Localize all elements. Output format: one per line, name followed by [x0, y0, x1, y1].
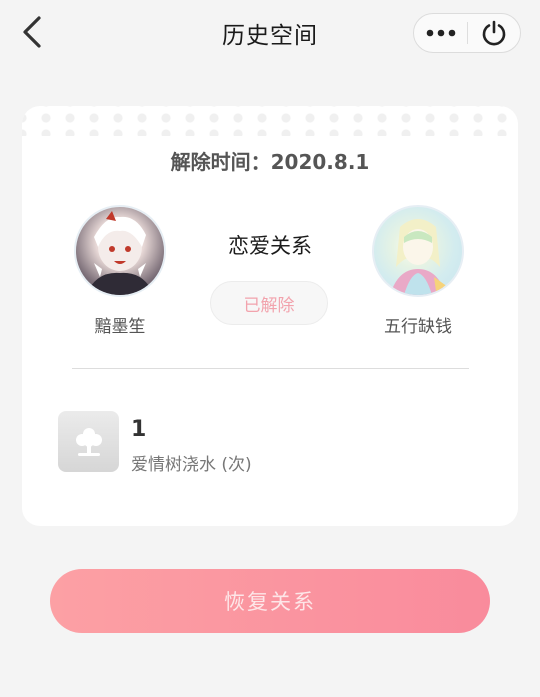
card-decoration [22, 106, 518, 136]
avatar-right-image [390, 219, 448, 295]
restore-relationship-button[interactable]: 恢复关系 [50, 569, 490, 633]
relationship-card: 解除时间：2020.8.1 黯墨笙 恋爱关系 已解除 五行缺钱 1 爱情树浇水 … [22, 106, 518, 526]
user-name-left: 黯墨笙 [94, 317, 146, 337]
more-button[interactable] [414, 14, 467, 52]
avatar-left[interactable] [74, 205, 166, 297]
watering-count: 1 [131, 417, 147, 442]
relation-type: 恋爱关系 [228, 234, 312, 258]
mini-program-capsule [413, 13, 521, 53]
avatar-left-image [86, 211, 154, 295]
release-time: 解除时间：2020.8.1 [170, 150, 370, 174]
avatar-right[interactable] [372, 205, 464, 297]
user-name-right: 五行缺钱 [384, 317, 452, 337]
status-badge: 已解除 [210, 281, 328, 325]
watering-label: 爱情树浇水 (次) [131, 455, 252, 475]
power-icon [482, 20, 506, 46]
top-bar: 历史空间 [0, 0, 540, 66]
divider [72, 368, 469, 369]
more-dots-icon [426, 29, 455, 37]
tree-icon [58, 411, 119, 472]
close-button[interactable] [468, 14, 520, 52]
